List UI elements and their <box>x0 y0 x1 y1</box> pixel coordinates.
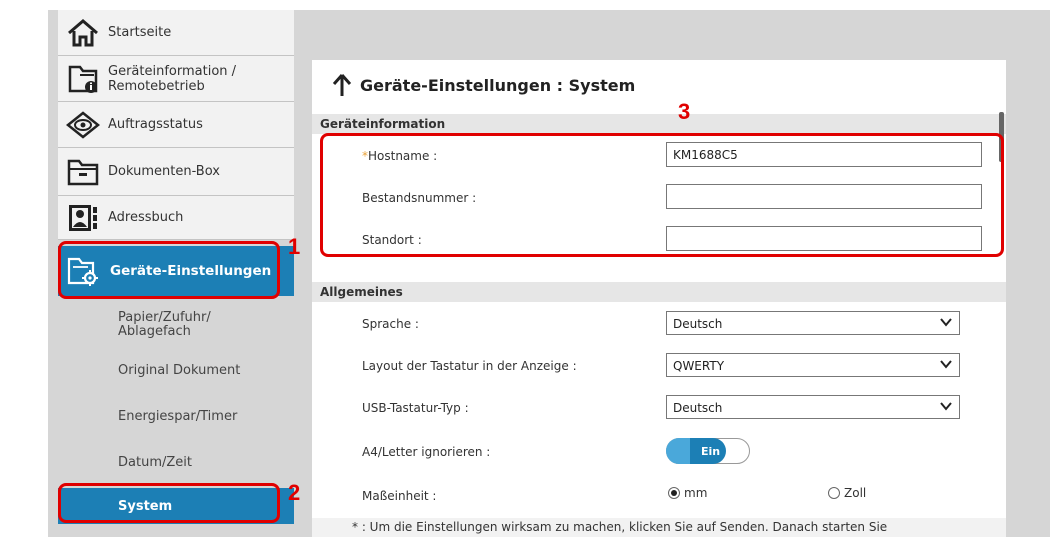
masseinheit-label: Maßeinheit : <box>362 489 437 503</box>
main-panel: Geräte-Einstellungen : System Geräteinfo… <box>312 60 1006 537</box>
a4letter-toggle[interactable]: Ein <box>666 438 750 464</box>
eye-icon <box>64 106 102 144</box>
sidebar-item-label: Adressbuch <box>108 210 184 225</box>
home-icon <box>64 14 102 52</box>
layout-label: Layout der Tastatur in der Anzeige : <box>362 359 577 373</box>
address-book-icon <box>64 199 102 237</box>
sidebar-subitem-datum-zeit[interactable]: Datum/Zeit <box>58 440 294 486</box>
field-a4letter: A4/Letter ignorieren : Ein <box>312 432 1006 472</box>
sidebar-item-label: Auftragsstatus <box>108 117 203 132</box>
sidebar-subitem-label: Datum/Zeit <box>118 455 192 470</box>
section-geraeteinformation: Geräteinformation <box>312 114 1006 134</box>
radio-selected <box>668 487 680 499</box>
sidebar-subitem-original-dokument[interactable]: Original Dokument <box>58 348 294 394</box>
folder-icon <box>64 153 102 191</box>
annotation-number-1: 1 <box>288 234 301 259</box>
chevron-down-icon <box>940 402 952 411</box>
sidebar-item-dokumenten-box[interactable]: Dokumenten-Box <box>58 148 294 196</box>
sprache-label: Sprache : <box>362 317 419 331</box>
sidebar-item-auftragsstatus[interactable]: Auftragsstatus <box>58 102 294 148</box>
sidebar-item-label: Geräteinformation / Remotebetrieb <box>108 63 237 94</box>
layout-select[interactable]: QWERTY <box>666 353 960 377</box>
page-header: Geräte-Einstellungen : System <box>312 60 1006 110</box>
field-layout: Layout der Tastatur in der Anzeige : QWE… <box>312 346 1006 386</box>
annotation-callout-3 <box>320 133 1004 257</box>
sidebar-subitem-energiespar[interactable]: Energiespar/Timer <box>58 394 294 440</box>
usb-label: USB-Tastatur-Typ : <box>362 401 469 415</box>
device-info-icon <box>64 60 102 98</box>
annotation-number-3: 3 <box>678 99 691 124</box>
radio-unselected <box>828 487 840 499</box>
field-masseinheit: Maßeinheit : mm Zoll <box>312 476 1006 516</box>
a4letter-label: A4/Letter ignorieren : <box>362 445 491 459</box>
sidebar-item-geraeteinformation[interactable]: Geräteinformation / Remotebetrieb <box>58 56 294 102</box>
sidebar-subitem-label: Original Dokument <box>118 363 241 378</box>
page-title: Geräte-Einstellungen : System <box>360 75 636 95</box>
chevron-down-icon <box>940 318 952 327</box>
sidebar-subitem-papier[interactable]: Papier/Zufuhr/ Ablagefach <box>58 302 294 348</box>
arrow-up-icon[interactable] <box>332 73 352 97</box>
annotation-callout-1 <box>58 241 280 299</box>
usb-select[interactable]: Deutsch <box>666 395 960 419</box>
field-sprache: Sprache : Deutsch <box>312 304 1006 344</box>
footnote: * : Um die Einstellungen wirksam zu mach… <box>312 518 1006 537</box>
sidebar-item-startseite[interactable]: Startseite <box>58 10 294 56</box>
sidebar-item-label: Dokumenten-Box <box>108 164 220 179</box>
field-usb: USB-Tastatur-Typ : Deutsch <box>312 388 1006 428</box>
sprache-select[interactable]: Deutsch <box>666 311 960 335</box>
annotation-callout-2 <box>58 483 280 523</box>
section-allgemeines: Allgemeines <box>312 282 1006 302</box>
sidebar-item-adressbuch[interactable]: Adressbuch <box>58 196 294 240</box>
annotation-number-2: 2 <box>288 480 301 505</box>
sidebar-subitem-label: Energiespar/Timer <box>118 409 238 424</box>
sidebar-subitem-label: Papier/Zufuhr/ Ablagefach <box>118 310 211 339</box>
chevron-down-icon <box>940 360 952 369</box>
sidebar-item-label: Startseite <box>108 25 172 40</box>
radio-mm[interactable]: mm <box>668 486 707 500</box>
radio-zoll[interactable]: Zoll <box>828 486 866 500</box>
